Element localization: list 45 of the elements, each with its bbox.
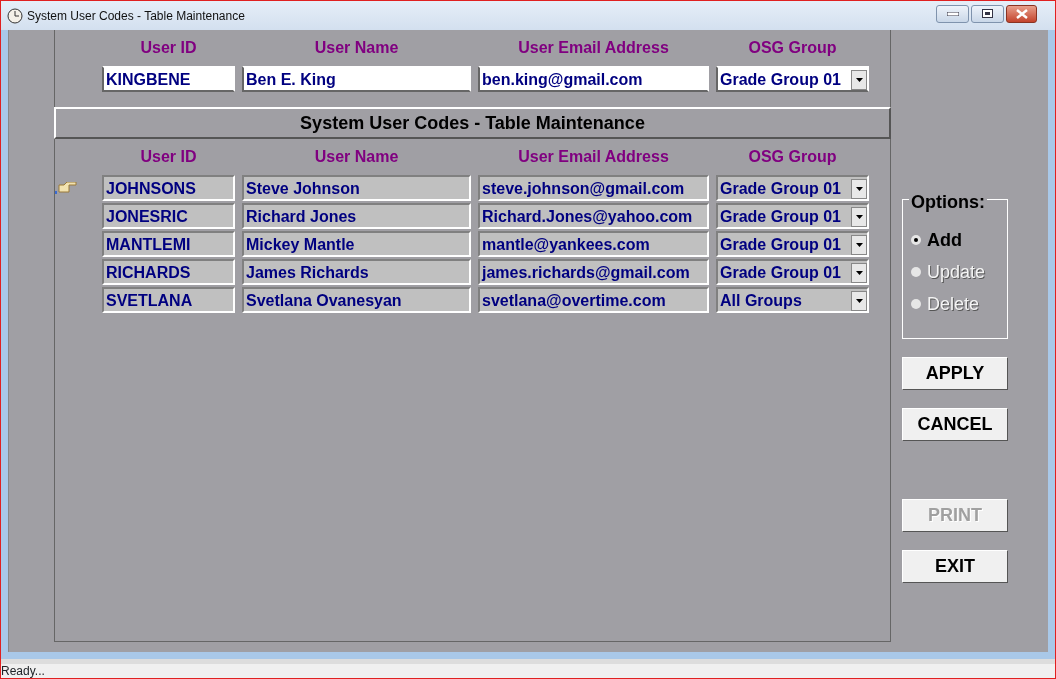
- email-field[interactable]: Richard.Jones@yahoo.com: [478, 203, 709, 229]
- action-button[interactable]: CANCEL: [902, 408, 1008, 441]
- column-header: User Email Address: [517, 38, 670, 58]
- user-id-field[interactable]: JONESRIC: [102, 203, 235, 229]
- email-field[interactable]: steve.johnson@gmail.com: [478, 175, 709, 201]
- minimize-icon: [946, 11, 959, 16]
- user-id-field[interactable]: MANTLEMI: [102, 231, 235, 257]
- email-field[interactable]: mantle@yankees.com: [478, 231, 709, 257]
- user-name-field[interactable]: Mickey Mantle: [242, 231, 471, 257]
- user-id-field[interactable]: JOHNSONS: [102, 175, 235, 201]
- email-field[interactable]: svetlana@overtime.com: [478, 287, 709, 313]
- window-title: System User Codes - Table Maintenance: [27, 7, 245, 25]
- user-id-field[interactable]: KINGBENE: [102, 66, 235, 92]
- option-radio[interactable]: Add: [911, 224, 962, 256]
- column-header: User Name: [313, 147, 400, 167]
- section-title: System User Codes - Table Maintenance: [300, 111, 645, 135]
- action-button[interactable]: APPLY: [902, 357, 1008, 390]
- group-dropdown[interactable]: Grade Group 01: [716, 231, 869, 257]
- group-dropdown[interactable]: Grade Group 01: [716, 175, 869, 201]
- email-field[interactable]: ben.king@gmail.com: [478, 66, 709, 92]
- column-header: User Email Address: [517, 147, 670, 167]
- user-name-field[interactable]: James Richards: [242, 259, 471, 285]
- email-field[interactable]: james.richards@gmail.com: [478, 259, 709, 285]
- user-id-field[interactable]: SVETLANA: [102, 287, 235, 313]
- restore-icon: [982, 9, 993, 18]
- group-dropdown[interactable]: Grade Group 01: [716, 203, 869, 229]
- user-name-field[interactable]: Steve Johnson: [242, 175, 471, 201]
- group-dropdown[interactable]: Grade Group 01: [716, 259, 869, 285]
- close-button[interactable]: [1006, 4, 1037, 23]
- user-name-field[interactable]: Ben E. King: [242, 66, 471, 92]
- group-dropdown[interactable]: All Groups: [716, 287, 869, 313]
- close-icon: [1015, 8, 1028, 19]
- column-header: User ID: [139, 38, 198, 58]
- user-id-field[interactable]: RICHARDS: [102, 259, 235, 285]
- status-bar: Ready...: [1, 659, 1055, 678]
- column-header: User Name: [313, 38, 400, 58]
- column-header: User ID: [139, 147, 198, 167]
- user-name-field[interactable]: Richard Jones: [242, 203, 471, 229]
- column-header: OSG Group: [747, 147, 838, 167]
- clock-icon: [7, 7, 23, 24]
- group-dropdown[interactable]: Grade Group 01: [716, 66, 869, 92]
- maximize-button[interactable]: [971, 4, 1004, 23]
- column-header: OSG Group: [747, 38, 838, 58]
- action-button[interactable]: EXIT: [902, 550, 1008, 583]
- user-name-field[interactable]: Svetlana Ovanesyan: [242, 287, 471, 313]
